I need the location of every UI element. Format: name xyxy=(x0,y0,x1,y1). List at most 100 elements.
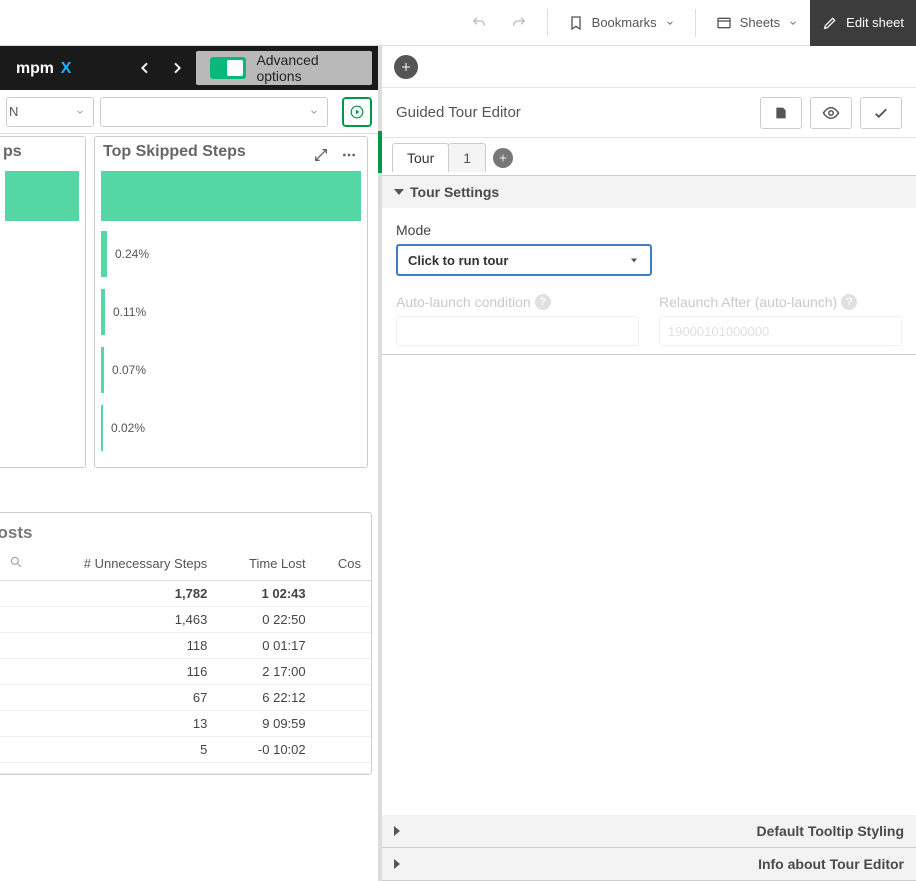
expand-button[interactable] xyxy=(311,145,331,165)
triangle-right-icon xyxy=(394,826,750,836)
disabled-fields: Auto-launch condition? Relaunch After (a… xyxy=(396,294,902,346)
toggle-switch[interactable] xyxy=(210,57,247,79)
auto-launch-input xyxy=(396,316,639,346)
add-object-row xyxy=(382,46,916,88)
editor-header: Guided Tour Editor xyxy=(382,88,916,138)
selection-marker xyxy=(378,131,382,173)
undo-button[interactable] xyxy=(459,0,499,46)
tab-tour[interactable]: Tour xyxy=(392,143,449,172)
relaunch-label: Relaunch After (auto-launch)? xyxy=(659,294,902,310)
editor-tabs: Tour 1 xyxy=(382,138,916,176)
bar-2 xyxy=(101,231,107,277)
redo-button[interactable] xyxy=(499,0,539,46)
more-icon xyxy=(341,147,357,163)
bookmarks-button[interactable]: Bookmarks xyxy=(556,0,687,46)
advanced-options-toggle[interactable]: Advanced options xyxy=(196,51,372,85)
chart-card-skipped-steps[interactable]: Top Skipped Steps 0.24% 0.11% 0.07% 0.02… xyxy=(94,136,368,468)
eye-icon xyxy=(822,104,840,122)
bar-1 xyxy=(101,171,361,221)
charts-row: ps Top Skipped Steps 0.24% xyxy=(0,134,378,474)
nav-prev-button[interactable] xyxy=(133,54,159,82)
table-title: y Steps and Reduce Costs xyxy=(0,513,371,547)
plus-icon xyxy=(400,61,412,73)
svg-text:X: X xyxy=(61,60,72,77)
search-icon xyxy=(9,555,23,569)
chart-card-left[interactable]: ps xyxy=(0,136,86,468)
svg-text:mpm: mpm xyxy=(16,60,54,77)
nav-next-button[interactable] xyxy=(164,54,190,82)
table-row[interactable]: 1,4630 22:50 xyxy=(0,607,371,633)
edit-sheet-label: Edit sheet xyxy=(846,15,904,30)
top-toolbar: Bookmarks Sheets Edit sheet xyxy=(0,0,916,46)
sheets-icon xyxy=(716,15,732,31)
acc-tour-settings-header[interactable]: Tour Settings xyxy=(382,176,916,208)
table-row[interactable]: 676 22:12 xyxy=(0,685,371,711)
relaunch-input: 19000101000000 xyxy=(659,316,902,346)
tab-1[interactable]: 1 xyxy=(448,143,486,172)
editor-title: Guided Tour Editor xyxy=(396,104,752,121)
edit-sheet-button[interactable]: Edit sheet xyxy=(810,0,916,46)
search-header[interactable] xyxy=(0,547,33,581)
col-cost[interactable]: Cos xyxy=(316,547,371,581)
chevron-down-icon xyxy=(788,18,798,28)
tab-add[interactable] xyxy=(485,142,521,174)
play-button[interactable] xyxy=(342,97,372,127)
expand-icon xyxy=(313,147,329,163)
triangle-down-icon xyxy=(394,189,404,195)
sheets-label: Sheets xyxy=(740,15,780,30)
card-actions xyxy=(307,141,363,169)
table-row[interactable]: 1162 17:00 xyxy=(0,659,371,685)
plus-icon xyxy=(498,153,508,163)
left-pane: mpm X Advanced options N xyxy=(0,46,378,881)
chevron-left-icon xyxy=(137,60,153,76)
chevron-down-icon xyxy=(75,107,85,117)
mpmx-logo: mpm X xyxy=(16,57,103,79)
chevron-right-icon xyxy=(169,60,185,76)
bar-4 xyxy=(101,347,104,393)
table-row[interactable]: 1180 01:17 xyxy=(0,633,371,659)
triangle-down-icon xyxy=(628,254,640,266)
table-row[interactable]: 139 09:59 xyxy=(0,711,371,737)
undo-icon xyxy=(471,15,487,31)
object-icon xyxy=(773,105,789,121)
add-object-button[interactable] xyxy=(394,55,418,79)
bar-3 xyxy=(101,289,105,335)
mode-select[interactable]: Click to run tour xyxy=(396,244,652,276)
acc-tour-settings: Tour Settings Mode Click to run tour Aut… xyxy=(382,176,916,355)
mode-label: Mode xyxy=(396,222,902,238)
editor-pane: Guided Tour Editor Tour 1 Tour Settings … xyxy=(378,46,916,881)
col-time[interactable]: Time Lost xyxy=(217,547,315,581)
more-button[interactable] xyxy=(339,145,359,165)
table-row[interactable]: 5-0 10:02 xyxy=(0,737,371,763)
advanced-options-label: Advanced options xyxy=(256,52,358,84)
bookmark-icon xyxy=(568,15,584,31)
help-icon: ? xyxy=(535,294,551,310)
object-button[interactable] xyxy=(760,97,802,129)
table-card[interactable]: y Steps and Reduce Costs # Unnecessary S… xyxy=(0,512,372,775)
auto-launch-label: Auto-launch condition? xyxy=(396,294,639,310)
chart-title-left: ps xyxy=(0,137,85,167)
table-row-total: 1,7821 02:43 xyxy=(0,581,371,607)
confirm-button[interactable] xyxy=(860,97,902,129)
chevron-down-icon xyxy=(309,107,319,117)
bar-5 xyxy=(101,405,103,451)
filter-row: N xyxy=(0,90,378,134)
filter-dropdown-1[interactable]: N xyxy=(6,97,94,127)
chevron-down-icon xyxy=(665,18,675,28)
table-row[interactable] xyxy=(0,763,371,774)
pencil-icon xyxy=(822,15,838,31)
app-bar: mpm X Advanced options xyxy=(0,46,378,90)
play-icon xyxy=(350,105,364,119)
check-icon xyxy=(872,104,890,122)
triangle-right-icon xyxy=(394,859,752,869)
acc-tooltip-header[interactable]: Default Tooltip Styling xyxy=(382,815,916,847)
redo-icon xyxy=(511,15,527,31)
preview-button[interactable] xyxy=(810,97,852,129)
bar-large xyxy=(5,171,79,221)
acc-info: Info about Tour Editor xyxy=(382,848,916,881)
help-icon: ? xyxy=(841,294,857,310)
filter-dropdown-2[interactable] xyxy=(100,97,328,127)
acc-info-header[interactable]: Info about Tour Editor xyxy=(382,848,916,880)
col-steps[interactable]: # Unnecessary Steps xyxy=(33,547,217,581)
sheets-button[interactable]: Sheets xyxy=(704,0,810,46)
